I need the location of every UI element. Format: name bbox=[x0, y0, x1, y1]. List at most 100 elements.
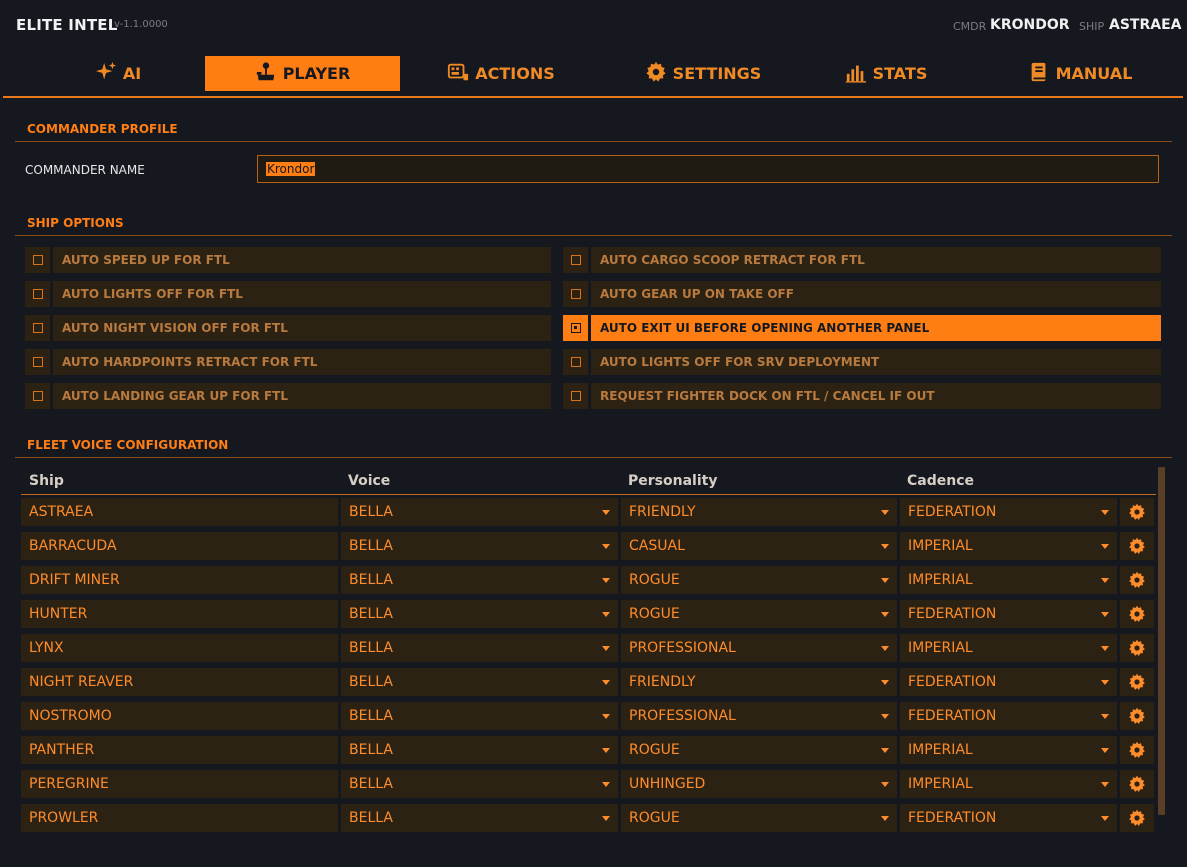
voice-dropdown[interactable]: BELLA bbox=[341, 634, 618, 662]
ship-option-label[interactable]: AUTO LANDING GEAR UP FOR FTL bbox=[53, 383, 551, 409]
tab-ai[interactable]: AI bbox=[83, 56, 153, 91]
voice-dropdown-value: BELLA bbox=[349, 572, 393, 588]
cadence-dropdown-value: IMPERIAL bbox=[908, 572, 973, 588]
tab-manual[interactable]: MANUAL bbox=[1025, 56, 1135, 91]
chevron-down-icon bbox=[1101, 714, 1109, 719]
ship-option-label[interactable]: AUTO CARGO SCOOP RETRACT FOR FTL bbox=[591, 247, 1161, 273]
chevron-down-icon bbox=[602, 782, 610, 787]
personality-dropdown[interactable]: FRIENDLY bbox=[621, 668, 897, 696]
voice-dropdown[interactable]: BELLA bbox=[341, 498, 618, 526]
ship-name-cell-value: PROWLER bbox=[29, 810, 99, 826]
chevron-down-icon bbox=[602, 612, 610, 617]
ship-option-checkbox[interactable] bbox=[25, 247, 50, 273]
row-settings-button[interactable] bbox=[1120, 634, 1154, 662]
voice-dropdown[interactable]: BELLA bbox=[341, 600, 618, 628]
cadence-dropdown[interactable]: FEDERATION bbox=[900, 804, 1117, 832]
cadence-dropdown[interactable]: IMPERIAL bbox=[900, 736, 1117, 764]
joystick-icon bbox=[255, 61, 277, 87]
tab-stats[interactable]: STATS bbox=[841, 56, 931, 91]
ship-option-label[interactable]: AUTO LIGHTS OFF FOR FTL bbox=[53, 281, 551, 307]
ship-option-checkbox[interactable] bbox=[25, 281, 50, 307]
ship-option-checkbox[interactable] bbox=[563, 247, 588, 273]
ship-option-label[interactable]: AUTO EXIT UI BEFORE OPENING ANOTHER PANE… bbox=[591, 315, 1161, 341]
personality-dropdown[interactable]: FRIENDLY bbox=[621, 498, 897, 526]
tab-player[interactable]: PLAYER bbox=[205, 56, 400, 91]
chevron-down-icon bbox=[881, 544, 889, 549]
row-settings-button[interactable] bbox=[1120, 668, 1154, 696]
chevron-down-icon bbox=[881, 612, 889, 617]
checkbox-unchecked-icon bbox=[32, 323, 43, 333]
cadence-dropdown[interactable]: IMPERIAL bbox=[900, 566, 1117, 594]
row-settings-button[interactable] bbox=[1120, 498, 1154, 526]
chevron-down-icon bbox=[881, 510, 889, 515]
personality-dropdown[interactable]: ROGUE bbox=[621, 736, 897, 764]
row-settings-button[interactable] bbox=[1120, 736, 1154, 764]
ship-option-label[interactable]: REQUEST FIGHTER DOCK ON FTL / CANCEL IF … bbox=[591, 383, 1161, 409]
section-divider bbox=[15, 235, 1172, 236]
gear-icon bbox=[1128, 537, 1146, 555]
cadence-dropdown[interactable]: FEDERATION bbox=[900, 702, 1117, 730]
cadence-dropdown[interactable]: IMPERIAL bbox=[900, 532, 1117, 560]
row-settings-button[interactable] bbox=[1120, 702, 1154, 730]
tab-actions[interactable]: ACTIONS bbox=[441, 56, 561, 91]
personality-dropdown[interactable]: PROFESSIONAL bbox=[621, 634, 897, 662]
personality-dropdown[interactable]: CASUAL bbox=[621, 532, 897, 560]
fleet-table-scrollbar[interactable] bbox=[1158, 467, 1165, 815]
personality-dropdown[interactable]: UNHINGED bbox=[621, 770, 897, 798]
gear-icon bbox=[645, 61, 667, 87]
cadence-dropdown-value: FEDERATION bbox=[908, 810, 997, 826]
cadence-dropdown[interactable]: IMPERIAL bbox=[900, 770, 1117, 798]
ship-option-checkbox[interactable] bbox=[25, 315, 50, 341]
chevron-down-icon bbox=[1101, 816, 1109, 821]
ship-option-label[interactable]: AUTO NIGHT VISION OFF FOR FTL bbox=[53, 315, 551, 341]
tab-settings[interactable]: SETTINGS bbox=[633, 56, 773, 91]
ship-name-cell: ASTRAEA bbox=[21, 498, 338, 526]
voice-dropdown[interactable]: BELLA bbox=[341, 770, 618, 798]
ship-option-checkbox[interactable] bbox=[563, 315, 588, 341]
main-tabs: AI PLAYER ACTIONS SETTINGS STATS MANUAL bbox=[3, 56, 1183, 92]
voice-dropdown[interactable]: BELLA bbox=[341, 702, 618, 730]
row-settings-button[interactable] bbox=[1120, 566, 1154, 594]
personality-dropdown-value: CASUAL bbox=[629, 538, 685, 554]
ship-option-label[interactable]: AUTO GEAR UP ON TAKE OFF bbox=[591, 281, 1161, 307]
voice-dropdown[interactable]: BELLA bbox=[341, 668, 618, 696]
chevron-down-icon bbox=[1101, 612, 1109, 617]
ship-option-label[interactable]: AUTO HARDPOINTS RETRACT FOR FTL bbox=[53, 349, 551, 375]
ship-option-checkbox[interactable] bbox=[25, 383, 50, 409]
voice-dropdown[interactable]: BELLA bbox=[341, 804, 618, 832]
voice-dropdown-value: BELLA bbox=[349, 538, 393, 554]
ship-option-checkbox[interactable] bbox=[25, 349, 50, 375]
voice-dropdown[interactable]: BELLA bbox=[341, 532, 618, 560]
chevron-down-icon bbox=[881, 748, 889, 753]
ship-option-checkbox[interactable] bbox=[563, 383, 588, 409]
voice-dropdown[interactable]: BELLA bbox=[341, 566, 618, 594]
cadence-dropdown-value: IMPERIAL bbox=[908, 538, 973, 554]
checkbox-checked-icon bbox=[570, 323, 581, 333]
row-settings-button[interactable] bbox=[1120, 600, 1154, 628]
ship-option-label[interactable]: AUTO SPEED UP FOR FTL bbox=[53, 247, 551, 273]
commander-name-input[interactable]: Krondor bbox=[257, 155, 1159, 183]
column-header-cadence: Cadence bbox=[907, 473, 974, 489]
voice-dropdown[interactable]: BELLA bbox=[341, 736, 618, 764]
personality-dropdown[interactable]: PROFESSIONAL bbox=[621, 702, 897, 730]
cadence-dropdown[interactable]: IMPERIAL bbox=[900, 634, 1117, 662]
row-settings-button[interactable] bbox=[1120, 770, 1154, 798]
personality-dropdown[interactable]: ROGUE bbox=[621, 600, 897, 628]
ship-name-cell: BARRACUDA bbox=[21, 532, 338, 560]
gear-icon bbox=[1128, 707, 1146, 725]
ship-option-checkbox[interactable] bbox=[563, 349, 588, 375]
cadence-dropdown[interactable]: FEDERATION bbox=[900, 498, 1117, 526]
ship-name-cell: PROWLER bbox=[21, 804, 338, 832]
gear-icon bbox=[1128, 673, 1146, 691]
row-settings-button[interactable] bbox=[1120, 532, 1154, 560]
cadence-dropdown[interactable]: FEDERATION bbox=[900, 600, 1117, 628]
personality-dropdown[interactable]: ROGUE bbox=[621, 804, 897, 832]
tab-label: PLAYER bbox=[282, 64, 351, 83]
ship-option-checkbox[interactable] bbox=[563, 281, 588, 307]
chevron-down-icon bbox=[602, 714, 610, 719]
chevron-down-icon bbox=[602, 816, 610, 821]
ship-option-label[interactable]: AUTO LIGHTS OFF FOR SRV DEPLOYMENT bbox=[591, 349, 1161, 375]
cadence-dropdown[interactable]: FEDERATION bbox=[900, 668, 1117, 696]
row-settings-button[interactable] bbox=[1120, 804, 1154, 832]
personality-dropdown[interactable]: ROGUE bbox=[621, 566, 897, 594]
